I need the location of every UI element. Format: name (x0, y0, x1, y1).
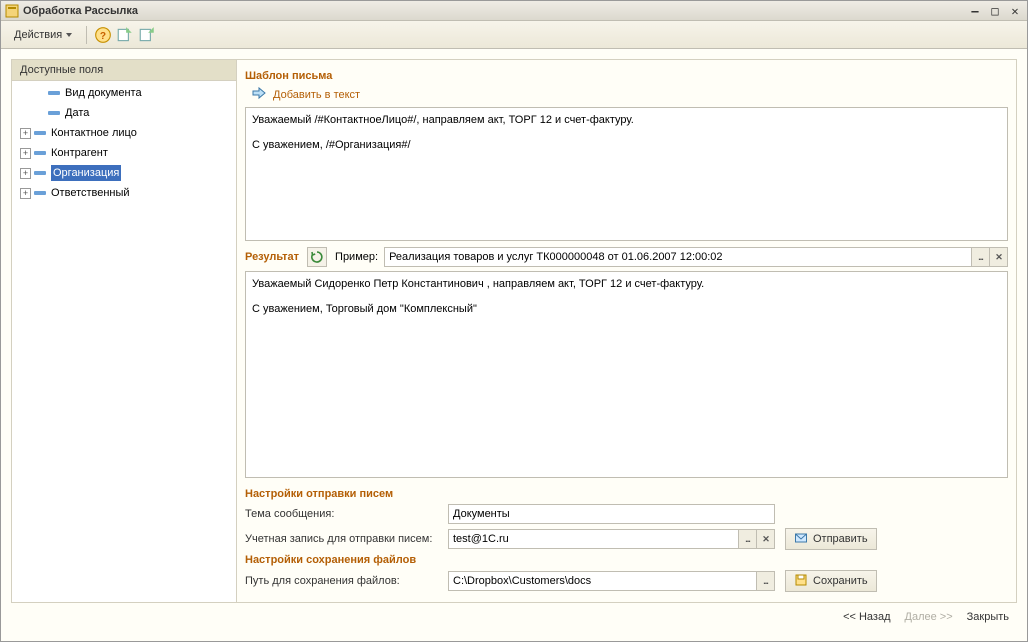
toolbar-icon-1[interactable] (116, 26, 134, 44)
content-area: Доступные поля Вид документа Дата + (11, 59, 1017, 603)
path-picker: ... (448, 571, 775, 591)
result-text[interactable]: Уважаемый Сидоренко Петр Константинович … (245, 271, 1008, 478)
save-icon (794, 573, 808, 590)
titlebar: Обработка Рассылка — □ ✕ (1, 1, 1027, 21)
refresh-button[interactable] (307, 247, 327, 267)
actions-menu[interactable]: Действия (7, 26, 79, 44)
close-footer-button[interactable]: Закрыть (967, 611, 1009, 623)
minimize-button[interactable]: — (967, 4, 983, 18)
next-button: Далее >> (905, 611, 953, 623)
expand-icon[interactable]: + (20, 188, 31, 199)
expand-icon[interactable]: + (20, 168, 31, 179)
account-label: Учетная запись для отправки писем: (245, 533, 438, 545)
expand-icon[interactable]: + (20, 148, 31, 159)
field-icon (34, 171, 46, 175)
field-icon (34, 191, 46, 195)
template-title: Шаблон письма (245, 70, 1008, 82)
subject-input[interactable] (448, 504, 775, 524)
result-title: Результат (245, 251, 299, 263)
footer-nav: << Назад Далее >> Закрыть (11, 603, 1017, 631)
template-text[interactable]: Уважаемый /#КонтактноеЛицо#/, направляем… (245, 107, 1008, 241)
close-button[interactable]: ✕ (1007, 4, 1023, 18)
tree-item-counterparty[interactable]: + Контрагент (12, 143, 236, 163)
chevron-down-icon (66, 33, 72, 37)
example-input[interactable] (385, 248, 971, 266)
actions-label: Действия (14, 29, 62, 41)
ellipsis-button[interactable]: ... (756, 572, 774, 590)
svg-text:?: ? (100, 30, 106, 41)
content-wrap: Доступные поля Вид документа Дата + (1, 49, 1027, 641)
expand-icon[interactable]: + (20, 128, 31, 139)
fields-tree: Вид документа Дата + Контактное лицо + (12, 81, 236, 602)
ellipsis-button[interactable]: ... (971, 248, 989, 266)
clear-button[interactable]: ✕ (756, 530, 774, 548)
field-icon (48, 111, 60, 115)
tree-item-date[interactable]: Дата (12, 103, 236, 123)
field-icon (34, 131, 46, 135)
sidebar: Доступные поля Вид документа Дата + (12, 60, 237, 602)
arrow-right-icon (251, 86, 267, 103)
send-icon (794, 531, 808, 548)
path-input[interactable] (449, 572, 756, 590)
ellipsis-button[interactable]: ... (738, 530, 756, 548)
toolbar-icon-2[interactable] (138, 26, 156, 44)
tree-item-doc-type[interactable]: Вид документа (12, 83, 236, 103)
field-icon (34, 151, 46, 155)
account-input[interactable] (449, 530, 738, 548)
account-picker: ... ✕ (448, 529, 775, 549)
toolbar-separator (86, 26, 87, 44)
example-label: Пример: (335, 251, 378, 263)
add-to-text-link[interactable]: Добавить в текст (273, 89, 360, 101)
field-icon (48, 91, 60, 95)
send-button[interactable]: Отправить (785, 528, 877, 550)
sidebar-header: Доступные поля (12, 60, 236, 81)
save-settings-title: Настройки сохранения файлов (245, 554, 1008, 566)
path-label: Путь для сохранения файлов: (245, 575, 438, 587)
example-picker: ... ✕ (384, 247, 1008, 267)
save-button[interactable]: Сохранить (785, 570, 877, 592)
clear-button[interactable]: ✕ (989, 248, 1007, 266)
toolbar: Действия ? (1, 21, 1027, 49)
app-window: Обработка Рассылка — □ ✕ Действия ? Дост… (0, 0, 1028, 642)
tree-item-responsible[interactable]: + Ответственный (12, 183, 236, 203)
send-settings-title: Настройки отправки писем (245, 488, 1008, 500)
back-button[interactable]: << Назад (843, 611, 890, 623)
help-icon[interactable]: ? (94, 26, 112, 44)
tree-item-organization[interactable]: + Организация (12, 163, 236, 183)
subject-label: Тема сообщения: (245, 508, 438, 520)
main-panel: Шаблон письма Добавить в текст Уважаемый… (237, 60, 1016, 602)
maximize-button[interactable]: □ (987, 4, 1003, 18)
app-icon (5, 4, 19, 18)
window-title: Обработка Рассылка (23, 5, 967, 17)
tree-item-contact[interactable]: + Контактное лицо (12, 123, 236, 143)
